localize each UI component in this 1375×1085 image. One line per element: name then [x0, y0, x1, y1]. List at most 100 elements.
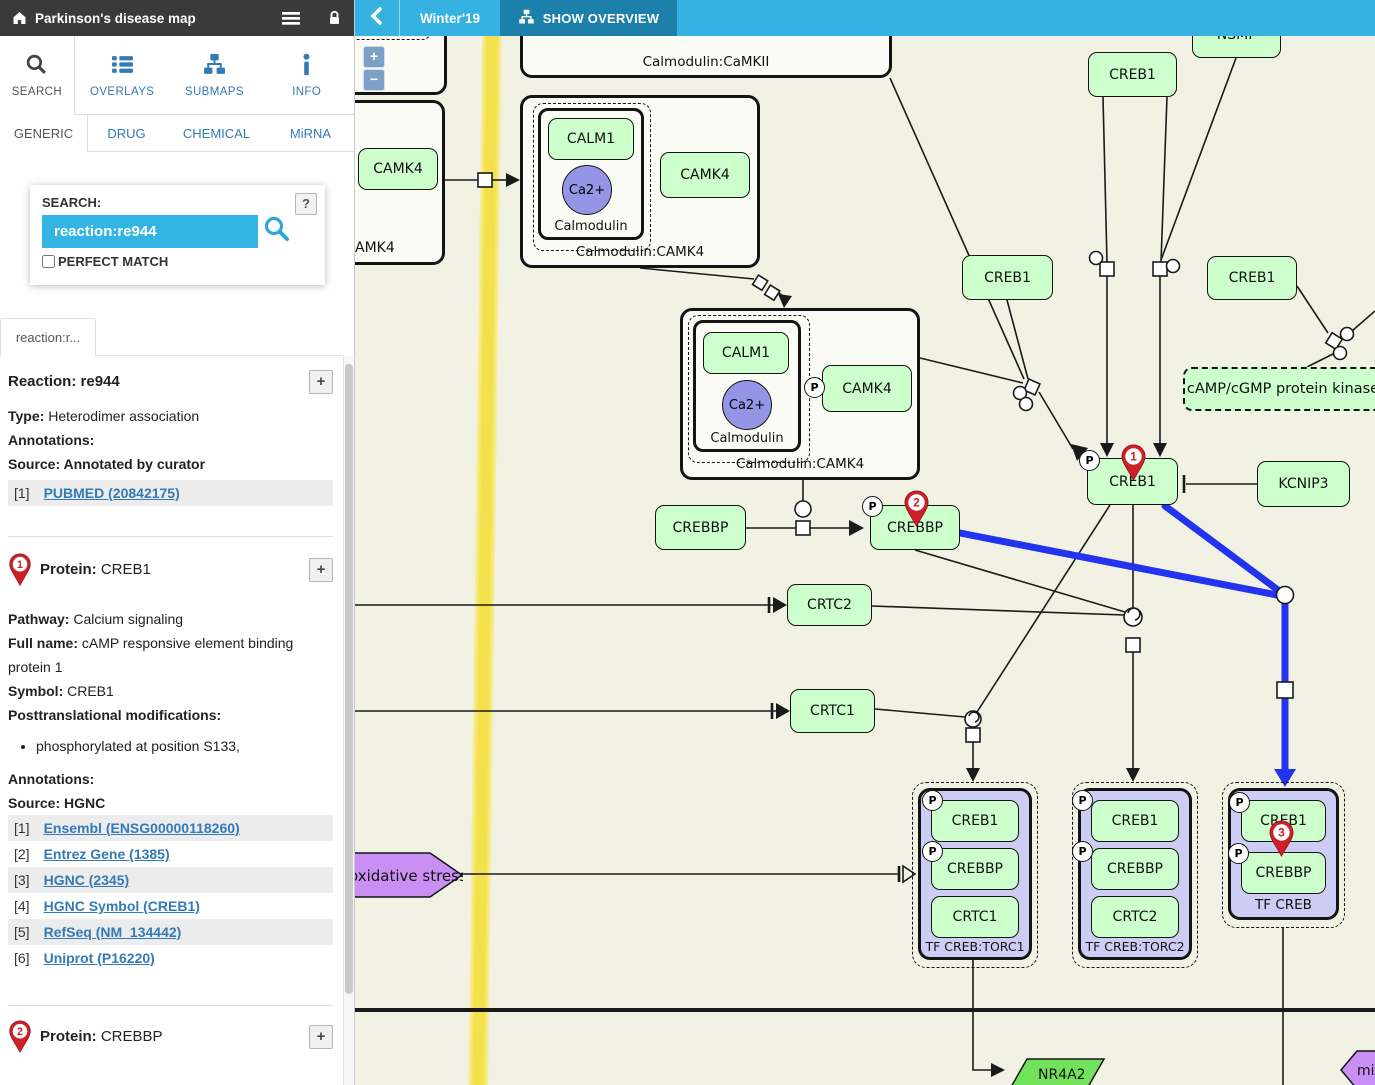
search-field-label: SEARCH: [42, 195, 313, 210]
overview-submaps-icon [518, 9, 535, 28]
show-overview-button[interactable]: SHOW OVERVIEW [500, 0, 677, 36]
svg-text:oxidative stress: oxidative stress [355, 867, 463, 885]
map-pin-3[interactable]: 3 [1268, 820, 1295, 858]
reaction-source: Source: Annotated by curator [8, 452, 333, 476]
app: Parkinson's disease map SEARCH OVERLAYS [0, 0, 1375, 1085]
tab-search[interactable]: SEARCH [0, 36, 75, 115]
zoom-out-button[interactable]: − [363, 69, 385, 91]
reference-row: [1] PUBMED (20842175) [8, 480, 333, 506]
uniprot-link[interactable]: Uniprot (P16220) [44, 946, 155, 970]
search-panel: ? SEARCH: PERFECT MATCH [30, 185, 325, 285]
show-overview-label: SHOW OVERVIEW [543, 11, 659, 26]
perfect-match-checkbox[interactable] [42, 255, 55, 268]
species-crtc1[interactable]: CRTC1 [931, 896, 1019, 938]
tab-label: OVERLAYS [90, 86, 154, 98]
frame-label[interactable]: Winter'19 [400, 0, 500, 36]
refseq-link[interactable]: RefSeq (NM_134442) [44, 920, 182, 944]
tab-generic[interactable]: GENERIC [0, 115, 88, 152]
tab-label: INFO [292, 86, 321, 98]
ion-ca2[interactable]: Ca2+ [722, 380, 772, 430]
species-calm1[interactable]: CALM1 [548, 118, 634, 160]
sidebar-header: Parkinson's disease map [0, 0, 354, 36]
species-crebbp[interactable]: CREBBP [655, 505, 746, 550]
species-crebbp[interactable]: CREBBP [1241, 852, 1326, 894]
reference-index: [1] [14, 481, 30, 505]
map-pin-2[interactable]: 2 [903, 490, 930, 528]
species-camp-cgmp-kinase[interactable]: cAMP/cGMP protein kinase [1183, 367, 1375, 411]
species-creb1[interactable]: CREB1 [1088, 52, 1177, 97]
svg-text:1: 1 [17, 559, 23, 571]
species-kcnip3[interactable]: KCNIP3 [1257, 461, 1350, 507]
result-pin-2: 2 [8, 1020, 32, 1054]
pubmed-link[interactable]: PUBMED (20842175) [44, 481, 180, 505]
search-submit-icon[interactable] [263, 215, 291, 248]
results-tab[interactable]: reaction:r... [0, 318, 96, 356]
ion-ca2[interactable]: Ca2+ [562, 165, 612, 215]
scrollbar-thumb[interactable] [345, 364, 353, 994]
species-crebbp[interactable]: CREBBP [931, 848, 1019, 890]
phenotype-oxidative-stress[interactable]: oxidative stress [355, 852, 463, 898]
species-camk4[interactable]: CAMK4 [358, 148, 438, 190]
hgnc-link[interactable]: HGNC (2345) [44, 868, 130, 892]
species-crtc2[interactable]: CRTC2 [1091, 896, 1179, 938]
search-tab-icon [25, 53, 48, 79]
collapse-panel-button[interactable] [355, 0, 400, 36]
protein-expand-button[interactable]: + [309, 1025, 333, 1049]
species-calm1[interactable]: CALM1 [703, 332, 789, 374]
tab-label: SEARCH [12, 86, 62, 98]
phospho-badge: P [1079, 450, 1100, 471]
species-camk4[interactable]: CAMK4 [660, 152, 750, 198]
species-crtc1[interactable]: CRTC1 [790, 689, 875, 733]
highlighted-reaction-path [960, 506, 1285, 772]
phospho-badge: P [1228, 843, 1249, 864]
home-icon[interactable] [12, 11, 27, 25]
app-title: Parkinson's disease map [35, 11, 273, 26]
protein-expand-button[interactable]: + [309, 558, 333, 582]
map-pin-1[interactable]: 1 [1120, 444, 1147, 482]
rna-nr4a2[interactable]: NR4A2 [1010, 1058, 1106, 1085]
svg-text:2: 2 [913, 496, 920, 510]
sidebar: Parkinson's disease map SEARCH OVERLAYS [0, 0, 355, 1085]
sub-tabs: GENERIC DRUG CHEMICAL MiRNA [0, 115, 354, 152]
reaction-type: Type: Heterodimer association [8, 404, 333, 428]
menu-icon[interactable] [281, 9, 301, 27]
phospho-badge: P [922, 790, 943, 811]
tab-submaps[interactable]: SUBMAPS [170, 36, 260, 114]
phospho-badge: P [804, 377, 825, 398]
phospho-badge: P [1072, 790, 1093, 811]
reaction-expand-button[interactable]: + [309, 370, 333, 394]
species-creb1[interactable]: CREB1 [1091, 800, 1179, 842]
perfect-match-label: PERFECT MATCH [58, 254, 168, 269]
tab-mirna[interactable]: MiRNA [268, 115, 353, 151]
species-crebbp[interactable]: CREBBP [1091, 848, 1179, 890]
reference-row: [4] HGNC Symbol (CREB1) [8, 893, 333, 919]
species-creb1[interactable]: CREB1 [1207, 256, 1297, 300]
species-crtc2[interactable]: CRTC2 [787, 584, 872, 626]
tab-drug[interactable]: DRUG [88, 115, 165, 151]
svg-text:NR4A2: NR4A2 [1038, 1067, 1086, 1083]
tab-chemical[interactable]: CHEMICAL [165, 115, 268, 151]
reaction-edges-layer [355, 0, 1375, 1085]
species-camk4[interactable]: CAMK4 [822, 365, 912, 412]
phenotype-mitochondria[interactable]: mit [1340, 1050, 1375, 1085]
phospho-badge: P [922, 841, 943, 862]
sidebar-scrollbar[interactable] [343, 356, 354, 1085]
complex-label: Calmodulin [696, 431, 798, 446]
help-button[interactable]: ? [295, 193, 317, 215]
hgnc-symbol-link[interactable]: HGNC Symbol (CREB1) [44, 894, 200, 918]
tab-label: SUBMAPS [185, 86, 244, 98]
map-canvas[interactable]: CAMK4 AMK4 Calmodulin:CaMKII Calmodulin:… [355, 0, 1375, 1085]
search-input[interactable] [42, 215, 258, 248]
phospho-badge: P [862, 496, 883, 517]
tab-overlays[interactable]: OVERLAYS [75, 36, 170, 114]
reference-row: [1] Ensembl (ENSG00000118260) [8, 815, 333, 841]
species-creb1[interactable]: CREB1 [962, 255, 1053, 300]
lock-icon[interactable] [327, 10, 342, 26]
zoom-in-button[interactable]: + [363, 46, 385, 68]
tab-info[interactable]: INFO [259, 36, 354, 114]
submaps-icon [203, 53, 226, 79]
entrez-link[interactable]: Entrez Gene (1385) [44, 842, 170, 866]
species-creb1[interactable]: CREB1 [931, 800, 1019, 842]
ensembl-link[interactable]: Ensembl (ENSG00000118260) [44, 816, 240, 840]
complex-label: Calmodulin:CaMKII [523, 54, 889, 70]
